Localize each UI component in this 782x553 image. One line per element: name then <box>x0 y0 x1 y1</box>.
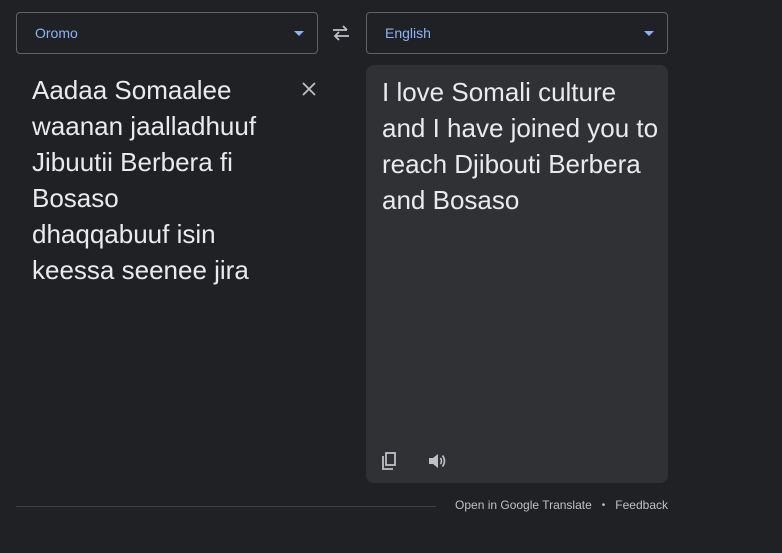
chevron-down-icon <box>294 30 304 36</box>
copy-icon <box>382 452 396 470</box>
open-in-google-translate-link[interactable]: Open in Google Translate <box>455 498 592 512</box>
translation-panel: I love Somali culture and I have joined … <box>366 65 668 483</box>
footer: Open in Google Translate • Feedback <box>455 498 668 512</box>
footer-separator: • <box>601 499 606 511</box>
swap-languages-button[interactable] <box>328 20 354 46</box>
translated-text: I love Somali culture and I have joined … <box>382 77 659 215</box>
source-text-input[interactable]: Aadaa Somaalee waanan jaalladhuuf Jibuut… <box>32 72 262 288</box>
target-language-label: English <box>385 25 431 41</box>
close-icon <box>302 82 316 96</box>
footer-divider <box>16 506 436 507</box>
feedback-link[interactable]: Feedback <box>615 498 668 512</box>
swap-languages-icon <box>333 25 349 41</box>
copy-translation-button[interactable] <box>376 448 402 474</box>
target-language-select[interactable]: English <box>366 12 668 54</box>
chevron-down-icon <box>644 30 654 36</box>
listen-button[interactable] <box>424 448 450 474</box>
source-language-label: Oromo <box>35 25 78 41</box>
clear-source-button[interactable] <box>298 78 320 100</box>
source-language-select[interactable]: Oromo <box>16 12 318 54</box>
speaker-icon <box>429 454 446 468</box>
